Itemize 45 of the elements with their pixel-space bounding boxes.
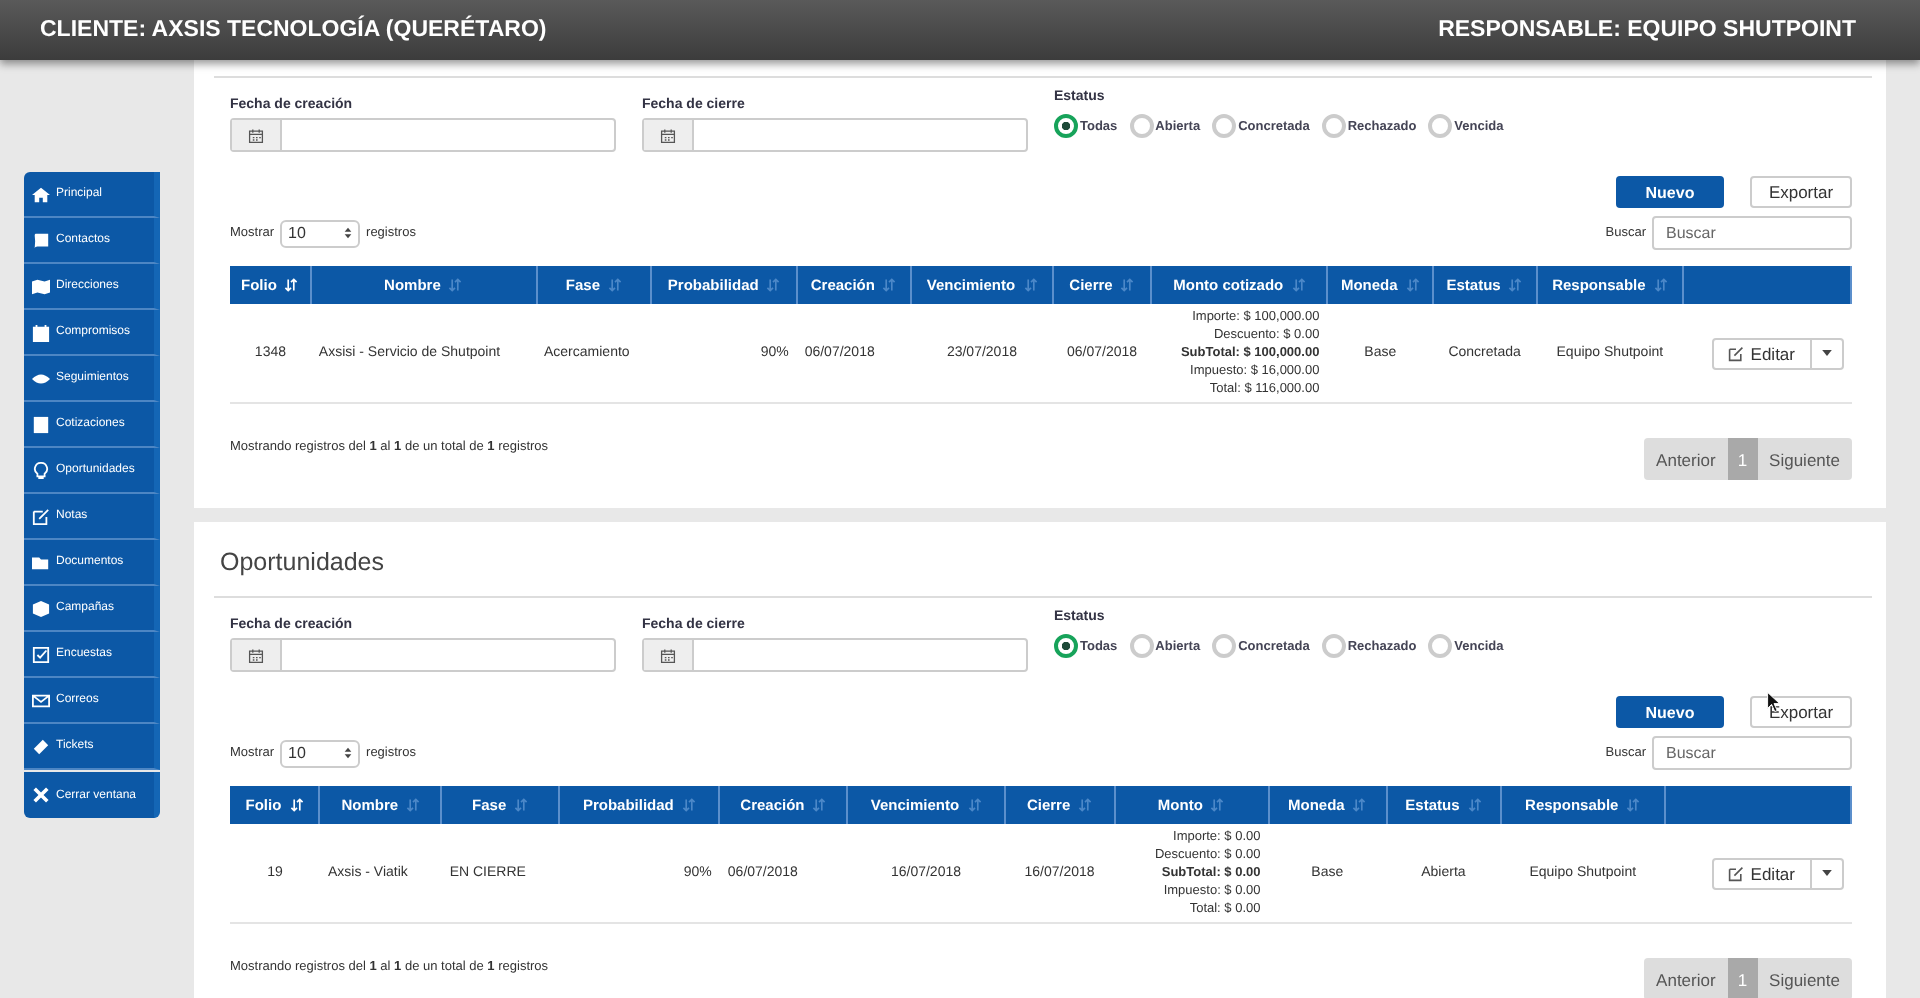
date-field[interactable] — [642, 638, 1028, 672]
pencil-icon — [32, 507, 50, 525]
ticket-icon — [32, 737, 50, 755]
edit-button[interactable]: Editar — [1712, 857, 1811, 889]
date-field[interactable] — [230, 638, 616, 672]
calendar-icon — [660, 127, 676, 143]
new-button[interactable]: Nuevo — [1616, 176, 1724, 208]
eye-icon — [32, 369, 50, 387]
date-field[interactable] — [642, 118, 1028, 152]
edit-icon — [1728, 865, 1745, 881]
search-field[interactable]: Buscar — [1652, 736, 1852, 770]
lightbulb-icon — [32, 461, 50, 479]
date-field[interactable] — [230, 118, 616, 152]
calendar-icon — [248, 127, 264, 143]
caret-icon — [1821, 350, 1831, 356]
cube-icon — [32, 599, 50, 617]
home-icon — [32, 185, 50, 203]
export-button[interactable]: Exportar — [1750, 696, 1852, 728]
previous-button[interactable]: Anterior — [1644, 449, 1728, 469]
calendar-icon — [248, 647, 264, 663]
edit-button[interactable]: Editar — [1712, 337, 1811, 369]
client-title: CLIENTE: AXSIS TECNOLOGÍA (QUERÉTARO) — [40, 18, 547, 42]
calendar-icon — [660, 647, 676, 663]
edit-icon — [1728, 345, 1745, 361]
stepper-icon — [344, 746, 353, 760]
stepper-icon — [344, 226, 353, 240]
envelope-icon — [32, 691, 50, 709]
map-icon — [32, 277, 50, 295]
search-field[interactable]: Buscar — [1652, 216, 1852, 250]
close-icon — [32, 786, 50, 804]
responsible-title: RESPONSABLE: EQUIPO SHUTPOINT — [1438, 18, 1856, 42]
calendar-icon — [32, 323, 50, 341]
previous-button[interactable]: Anterior — [1644, 969, 1728, 989]
folder-icon — [32, 553, 50, 571]
checkbox-icon — [32, 645, 50, 663]
dropdown-button[interactable] — [1811, 337, 1843, 369]
caret-icon — [1821, 870, 1831, 876]
new-button[interactable]: Nuevo — [1616, 696, 1724, 728]
next-button[interactable]: Siguiente — [1757, 969, 1852, 989]
dropdown-button[interactable] — [1811, 857, 1843, 889]
export-button[interactable]: Exportar — [1750, 176, 1852, 208]
page-size-select[interactable]: 10 — [280, 219, 361, 247]
page-size-select[interactable]: 10 — [280, 739, 361, 767]
next-button[interactable]: Siguiente — [1757, 449, 1852, 469]
panel-title: Oportunidades — [218, 546, 387, 580]
